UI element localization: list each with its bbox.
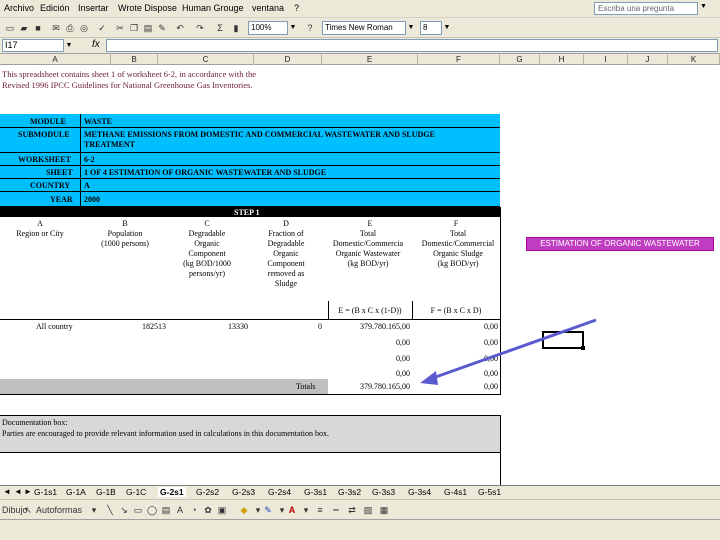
arrow-style-icon[interactable]: ⇄ — [346, 504, 358, 516]
column-header-i[interactable]: I — [584, 54, 628, 65]
spelling-icon[interactable]: ✓ — [96, 22, 108, 34]
chevron-down-icon[interactable]: ▾ — [300, 504, 312, 516]
column-header-g[interactable]: G — [500, 54, 540, 65]
font-name-select[interactable]: Times New Roman — [322, 21, 406, 35]
menu-ventana[interactable]: ventana — [252, 3, 284, 13]
column-header-d[interactable]: D — [254, 54, 322, 65]
status-bar — [0, 519, 720, 540]
menu-archivo[interactable]: Archivo — [4, 3, 34, 13]
print-icon[interactable]: ⎙ — [64, 22, 76, 34]
clipart-icon[interactable]: ✿ — [202, 504, 214, 516]
menu-wrote-dispose[interactable]: Wrote Dispose — [118, 3, 177, 13]
formula-bar: I17 ▼ fx — [0, 38, 720, 54]
drawing-toolbar: Dibujo ↖ Autoformas ▾ ╲ ↘ ▭ ◯ ▤ A ◔ ✿ ▣ … — [0, 499, 720, 519]
arrow-head-icon — [420, 371, 438, 385]
tab-g-1b[interactable]: G-1B — [96, 487, 116, 497]
wordart-icon[interactable]: A — [174, 504, 186, 516]
tab-g-2s3[interactable]: G-2s3 — [232, 487, 255, 497]
formula-input[interactable] — [106, 39, 718, 52]
open-folder-icon[interactable]: ▰ — [18, 22, 30, 34]
select-objects-icon[interactable]: ↖ — [22, 504, 34, 516]
chevron-down-icon[interactable]: ▾ — [88, 504, 100, 516]
paste-icon[interactable]: ▤ — [142, 22, 154, 34]
tab-g-3s1[interactable]: G-3s1 — [304, 487, 327, 497]
format-painter-icon[interactable]: ✎ — [156, 22, 168, 34]
first-sheet-icon[interactable]: ◄ — [3, 487, 11, 496]
sheet-tabs-bar: ◄ ◄ ► G-1s1 G-1A G-1B G-1C G-2s1 G-2s2 G… — [0, 485, 720, 499]
zoom-select[interactable]: 100% — [248, 21, 288, 35]
tab-g-3s4[interactable]: G-3s4 — [408, 487, 431, 497]
tab-g-1c[interactable]: G-1C — [126, 487, 146, 497]
tab-g-5s1[interactable]: G-5s1 — [478, 487, 501, 497]
column-header-e[interactable]: E — [322, 54, 418, 65]
column-headers: A B C D E F G H I J K — [0, 54, 720, 65]
redo-icon[interactable]: ↷ — [194, 22, 206, 34]
line-color-icon[interactable]: ✎ — [262, 504, 274, 516]
save-icon[interactable]: ■ — [32, 22, 44, 34]
fill-color-icon[interactable]: ◆ — [238, 504, 250, 516]
tab-g-4s1[interactable]: G-4s1 — [444, 487, 467, 497]
tab-g-2s2[interactable]: G-2s2 — [196, 487, 219, 497]
menu-help[interactable]: ? — [294, 3, 299, 13]
cut-icon[interactable]: ✂ — [114, 22, 126, 34]
chart-icon[interactable]: ▮ — [230, 22, 242, 34]
undo-icon[interactable]: ↶ — [174, 22, 186, 34]
column-header-b[interactable]: B — [111, 54, 158, 65]
diagram-icon[interactable]: ◔ — [188, 504, 200, 516]
tab-g-3s2[interactable]: G-3s2 — [338, 487, 361, 497]
autosum-icon[interactable]: Σ — [214, 22, 226, 34]
menu-insertar[interactable]: Insertar — [78, 3, 109, 13]
rectangle-icon[interactable]: ▭ — [132, 504, 144, 516]
font-size-dropdown-icon[interactable]: ▼ — [442, 21, 452, 35]
shadow-icon[interactable]: ▨ — [362, 504, 374, 516]
tab-g-2s4[interactable]: G-2s4 — [268, 487, 291, 497]
textbox-icon[interactable]: ▤ — [160, 504, 172, 516]
arrow-annotation[interactable] — [0, 65, 720, 485]
permission-icon[interactable]: ✉ — [50, 22, 62, 34]
font-dropdown-icon[interactable]: ▼ — [406, 21, 416, 35]
name-box[interactable]: I17 — [2, 39, 64, 52]
menu-edicion[interactable]: Edición — [40, 3, 70, 13]
3d-icon[interactable]: ▦ — [378, 504, 390, 516]
menu-human-grouge[interactable]: Human Grouge — [182, 3, 244, 13]
chevron-down-icon[interactable]: ▼ — [700, 3, 707, 10]
standard-toolbar: ▭ ▰ ■ ✉ ⎙ ◎ ✓ ✂ ❐ ▤ ✎ ↶ ↷ Σ ▮ 100% ▼ ? T… — [0, 18, 720, 38]
help-icon[interactable]: ? — [304, 22, 316, 34]
column-header-j[interactable]: J — [628, 54, 668, 65]
tab-g-3s3[interactable]: G-3s3 — [372, 487, 395, 497]
preview-icon[interactable]: ◎ — [78, 22, 90, 34]
oval-icon[interactable]: ◯ — [146, 504, 158, 516]
zoom-dropdown-icon[interactable]: ▼ — [288, 21, 298, 35]
column-header-a[interactable]: A — [0, 54, 111, 65]
font-size-select[interactable]: 8 — [420, 21, 442, 35]
new-file-icon[interactable]: ▭ — [4, 22, 16, 34]
picture-icon[interactable]: ▣ — [216, 504, 228, 516]
arrow-icon[interactable]: ↘ — [118, 504, 130, 516]
fx-icon[interactable]: fx — [92, 39, 100, 50]
copy-icon[interactable]: ❐ — [128, 22, 140, 34]
previous-sheet-icon[interactable]: ◄ — [14, 487, 22, 496]
line-icon[interactable]: ╲ — [104, 504, 116, 516]
worksheet-grid[interactable]: This spreadsheet contains sheet 1 of wor… — [0, 65, 720, 485]
help-search-input[interactable]: Escriba una pregunta — [594, 2, 698, 15]
tab-g-1a[interactable]: G-1A — [66, 487, 86, 497]
next-sheet-icon[interactable]: ► — [24, 487, 32, 496]
dash-style-icon[interactable]: ┅ — [330, 504, 342, 516]
name-box-dropdown-icon[interactable]: ▼ — [64, 39, 74, 52]
column-header-f[interactable]: F — [418, 54, 500, 65]
line-style-icon[interactable]: ≡ — [314, 504, 326, 516]
column-header-c[interactable]: C — [158, 54, 254, 65]
column-header-h[interactable]: H — [540, 54, 584, 65]
tab-g-2s1[interactable]: G-2s1 — [158, 487, 186, 497]
arrow-line — [429, 318, 597, 381]
tab-g-1s1[interactable]: G-1s1 — [34, 487, 57, 497]
column-header-k[interactable]: K — [668, 54, 720, 65]
font-color-icon[interactable]: A — [286, 504, 298, 516]
menu-bar: Archivo Edición Insertar Wrote Dispose H… — [0, 0, 720, 18]
autoshapes-menu[interactable]: Autoformas — [36, 504, 88, 516]
